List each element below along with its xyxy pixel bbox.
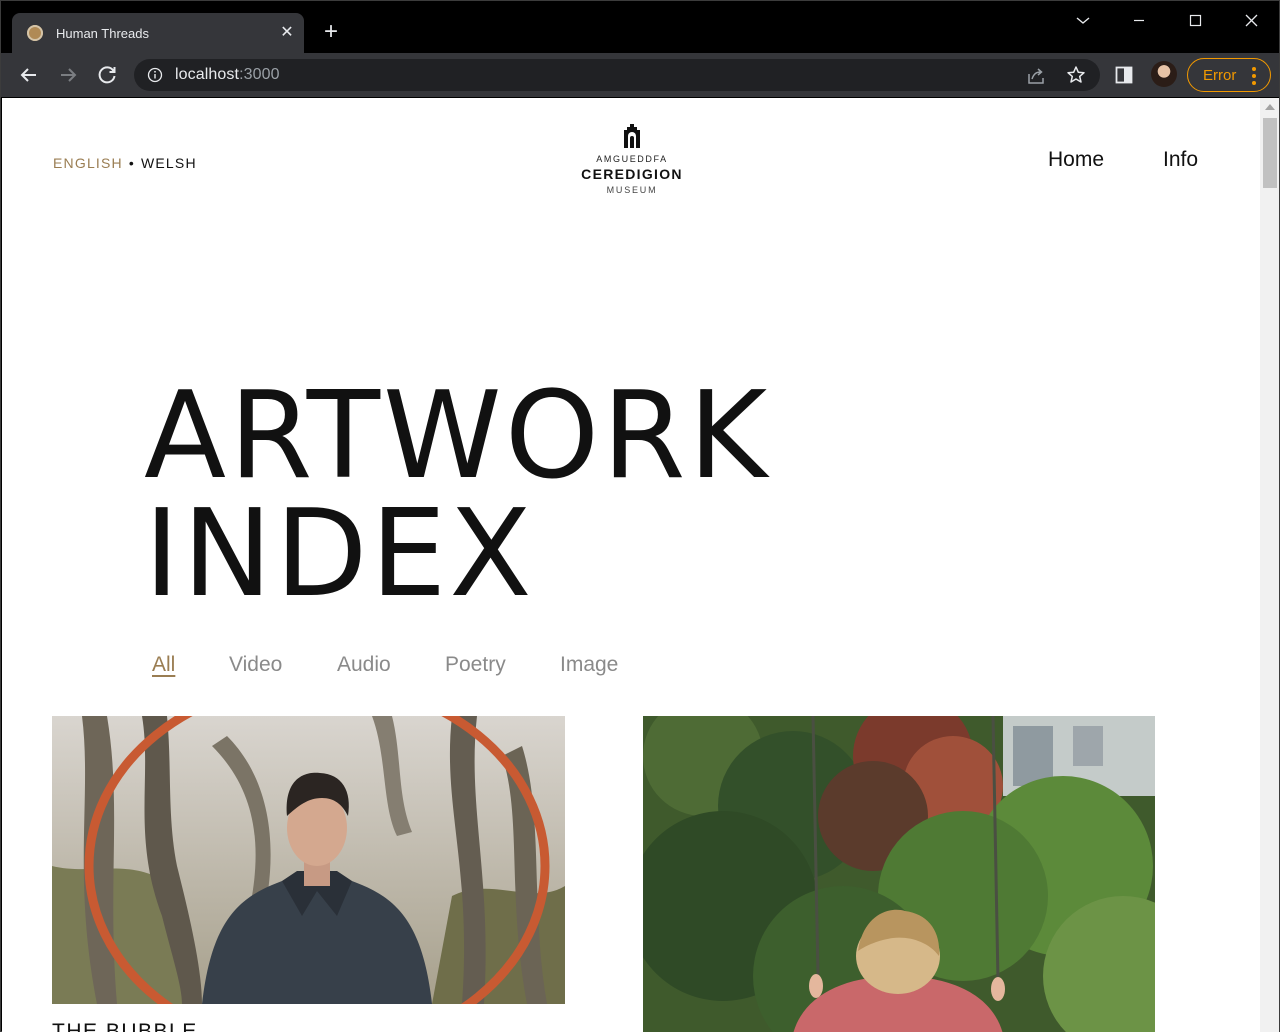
tab-strip: Human Threads ✕ + bbox=[1, 1, 1279, 53]
filter-all[interactable]: All bbox=[152, 653, 175, 677]
logo-line-top: AMGUEDDFA bbox=[596, 154, 668, 164]
browser-toolbar: localhost:3000 Error bbox=[1, 53, 1279, 97]
artwork-card-video[interactable] bbox=[643, 716, 1155, 1032]
artwork-thumbnail bbox=[643, 716, 1155, 1032]
minimize-button[interactable] bbox=[1119, 7, 1159, 35]
artwork-thumbnail bbox=[52, 716, 565, 1004]
info-icon[interactable] bbox=[147, 67, 163, 83]
museum-logo[interactable]: AMGUEDDFA CEREDIGION MUSEUM bbox=[572, 122, 692, 202]
chevron-down-icon bbox=[1076, 17, 1090, 24]
forward-button[interactable] bbox=[54, 61, 82, 89]
profile-error-button[interactable]: Error bbox=[1187, 58, 1271, 92]
filter-image[interactable]: Image bbox=[560, 653, 618, 677]
page-title-line-1: ARTWORK bbox=[144, 367, 771, 506]
scrollbar-thumb[interactable] bbox=[1263, 118, 1277, 188]
share-icon[interactable] bbox=[1026, 66, 1046, 86]
nav-info-link[interactable]: Info bbox=[1163, 148, 1198, 172]
close-tab-icon[interactable]: ✕ bbox=[276, 22, 298, 44]
filter-video[interactable]: Video bbox=[229, 653, 282, 677]
favicon-icon bbox=[27, 25, 43, 41]
scroll-up-arrow-icon[interactable] bbox=[1265, 104, 1275, 110]
vertical-scrollbar[interactable] bbox=[1260, 98, 1279, 1032]
url-text: localhost:3000 bbox=[175, 66, 280, 83]
arrow-right-icon bbox=[61, 68, 77, 82]
maximize-icon bbox=[1189, 14, 1202, 27]
museum-building-icon bbox=[624, 124, 640, 148]
page-title-line-2: INDEX bbox=[144, 485, 535, 624]
browser-tab[interactable]: Human Threads ✕ bbox=[12, 13, 304, 53]
minimize-icon bbox=[1134, 19, 1144, 22]
reload-button[interactable] bbox=[93, 61, 121, 89]
maximize-button[interactable] bbox=[1175, 7, 1215, 35]
more-vertical-icon bbox=[1252, 67, 1258, 85]
close-icon bbox=[1245, 14, 1258, 27]
logo-line-bottom: MUSEUM bbox=[606, 185, 658, 195]
artwork-title[interactable]: THE BUBBLE bbox=[52, 1020, 198, 1032]
back-button[interactable] bbox=[15, 61, 43, 89]
filter-poetry[interactable]: Poetry bbox=[445, 653, 506, 677]
new-tab-button[interactable]: + bbox=[319, 20, 343, 45]
address-bar[interactable]: localhost:3000 bbox=[134, 59, 1100, 91]
arrow-left-icon bbox=[20, 68, 36, 82]
tab-title: Human Threads bbox=[56, 26, 149, 41]
profile-avatar[interactable] bbox=[1151, 61, 1177, 87]
profile-error-label: Error bbox=[1203, 67, 1237, 84]
browser-window: Human Threads ✕ + localhost:3000 Error E… bbox=[0, 0, 1280, 1032]
page-viewport: ENGLISH • WELSH AMGUEDDFA CEREDIGION MUSEU… bbox=[2, 98, 1279, 1032]
nav-home-link[interactable]: Home bbox=[1048, 148, 1104, 172]
reload-icon bbox=[98, 66, 116, 84]
language-separator: • bbox=[128, 155, 135, 171]
language-welsh-link[interactable]: WELSH bbox=[141, 155, 197, 171]
language-switcher: ENGLISH • WELSH bbox=[53, 155, 197, 171]
language-english-link[interactable]: ENGLISH bbox=[53, 155, 123, 171]
side-panel-icon[interactable] bbox=[1115, 66, 1133, 84]
star-icon[interactable] bbox=[1066, 65, 1086, 85]
page-title: ARTWORK INDEX bbox=[144, 367, 771, 624]
artwork-card-image[interactable] bbox=[52, 716, 565, 1004]
logo-line-main: CEREDIGION bbox=[581, 166, 683, 182]
filter-audio[interactable]: Audio bbox=[337, 653, 391, 677]
close-window-button[interactable] bbox=[1231, 7, 1271, 35]
tab-search-button[interactable] bbox=[1063, 7, 1103, 35]
